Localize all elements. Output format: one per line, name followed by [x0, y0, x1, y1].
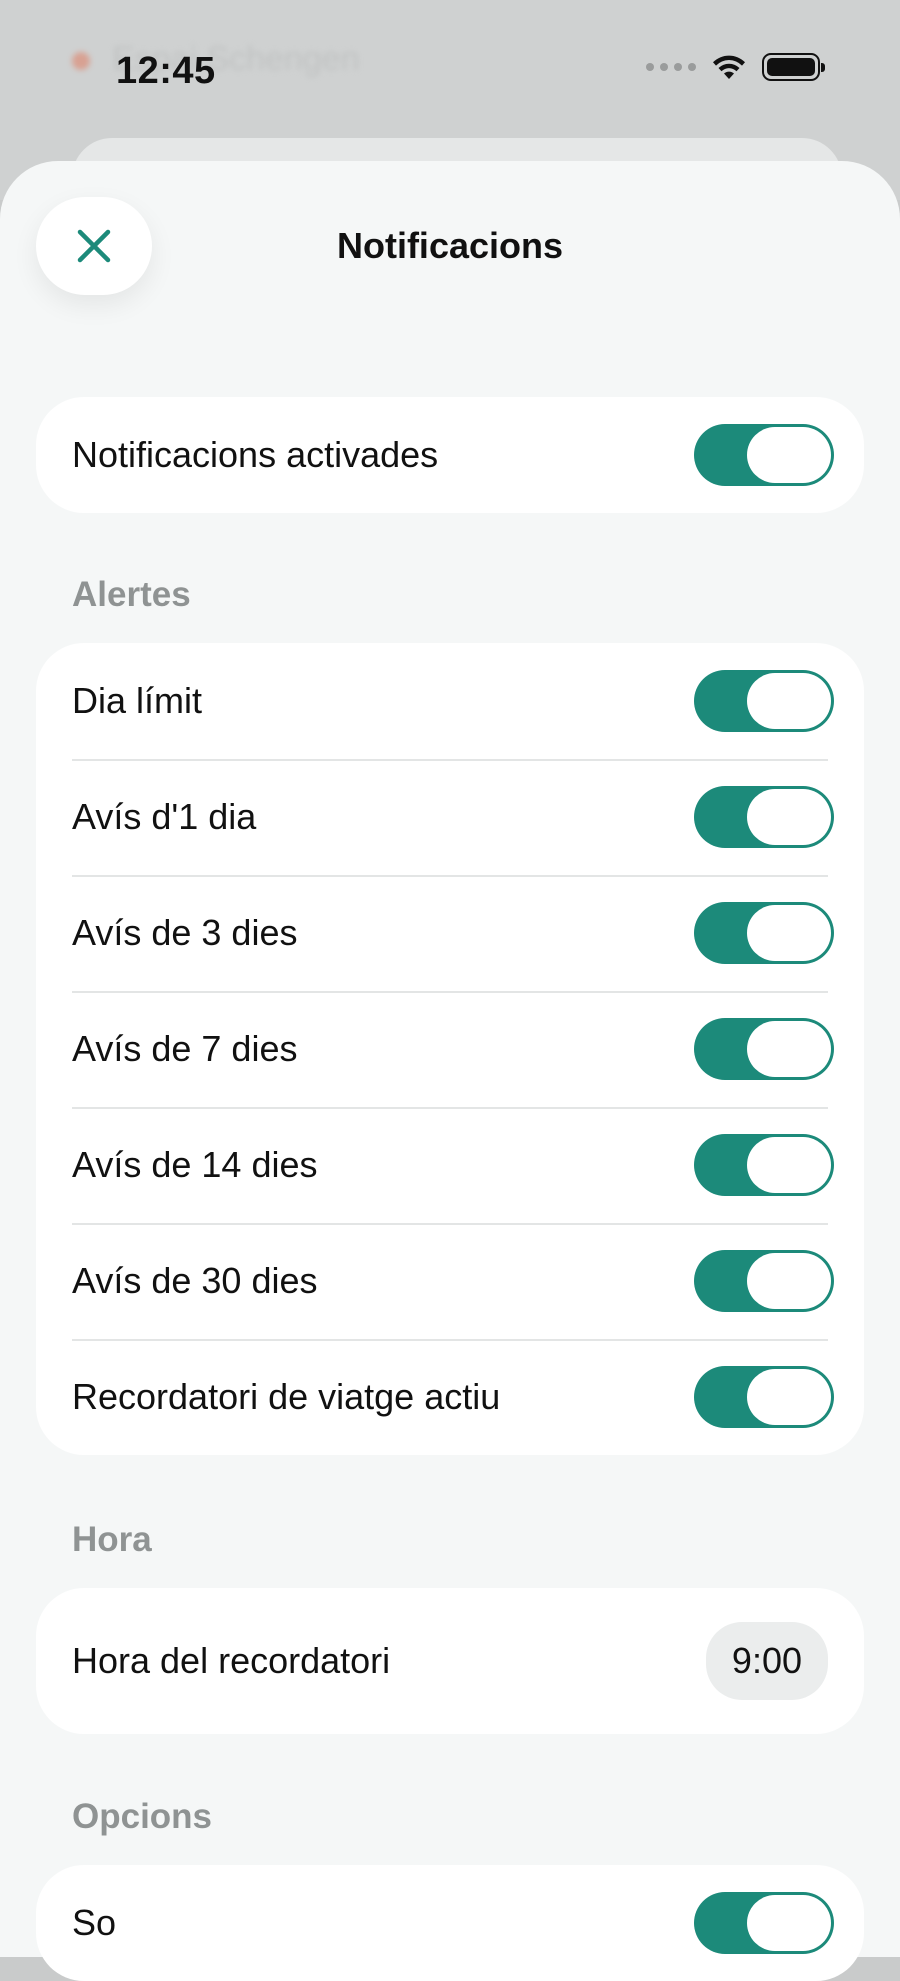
alert-toggle-30-days[interactable] [694, 1250, 834, 1312]
section-header-options: Opcions [72, 1797, 213, 1836]
row-label: Avís d'1 dia [72, 796, 257, 837]
alert-row-30-days: Avís de 30 dies [36, 1223, 864, 1339]
row-label: Notificacions activades [72, 434, 439, 475]
alert-toggle-7-days[interactable] [694, 1018, 834, 1080]
row-label: Dia límit [72, 680, 203, 721]
option-row-sound: So [36, 1865, 864, 1981]
status-bar: 12:45 [0, 0, 900, 140]
alert-row-7-days: Avís de 7 dies [36, 991, 864, 1107]
status-icons [646, 52, 825, 82]
reminder-time-picker[interactable]: 9:00 [705, 1622, 828, 1700]
alert-toggle-3-days[interactable] [694, 902, 834, 964]
alert-toggle-active-trip[interactable] [694, 1366, 834, 1428]
row-label: So [72, 1902, 117, 1943]
alert-toggle-1-day[interactable] [694, 786, 834, 848]
toggle-knob [747, 1369, 831, 1425]
row-label: Recordatori de viatge actiu [72, 1376, 501, 1417]
notifications-enabled-toggle[interactable] [694, 424, 834, 486]
status-time: 12:45 [116, 50, 216, 92]
battery-icon [762, 53, 825, 81]
signal-icon [646, 63, 696, 71]
time-card: Hora del recordatori 9:00 [36, 1588, 864, 1734]
toggle-knob [747, 789, 831, 845]
toggle-knob [747, 1021, 831, 1077]
toggle-knob [747, 1137, 831, 1193]
section-header-time: Hora [72, 1520, 152, 1559]
alert-row-1-day: Avís d'1 dia [36, 759, 864, 875]
row-label: Avís de 14 dies [72, 1144, 318, 1185]
alerts-card: Dia límit Avís d'1 dia Avís de 3 dies Av… [36, 643, 864, 1455]
row-label: Hora del recordatori [72, 1640, 391, 1681]
options-card: So [36, 1865, 864, 1981]
alert-row-14-days: Avís de 14 dies [36, 1107, 864, 1223]
alert-row-deadline: Dia límit [36, 643, 864, 759]
notifications-sheet: Notificacions Notificacions activades Al… [0, 161, 900, 1981]
reminder-time-row: Hora del recordatori 9:00 [36, 1588, 864, 1734]
row-label: Avís de 30 dies [72, 1260, 318, 1301]
main-toggle-card: Notificacions activades [36, 397, 864, 513]
wifi-icon [713, 55, 745, 79]
toggle-knob [747, 905, 831, 961]
row-label: Avís de 3 dies [72, 912, 298, 953]
page-title: Notificacions [336, 225, 564, 266]
notifications-enabled-row: Notificacions activades [36, 397, 864, 513]
alert-toggle-14-days[interactable] [694, 1134, 834, 1196]
alert-row-3-days: Avís de 3 dies [36, 875, 864, 991]
section-header-alerts: Alertes [72, 575, 191, 614]
row-label: Avís de 7 dies [72, 1028, 298, 1069]
alert-row-active-trip: Recordatori de viatge actiu [36, 1339, 864, 1455]
alert-toggle-deadline[interactable] [694, 670, 834, 732]
toggle-knob [747, 1895, 831, 1951]
sound-toggle[interactable] [694, 1892, 834, 1954]
toggle-knob [747, 673, 831, 729]
toggle-knob [747, 427, 831, 483]
toggle-knob [747, 1253, 831, 1309]
